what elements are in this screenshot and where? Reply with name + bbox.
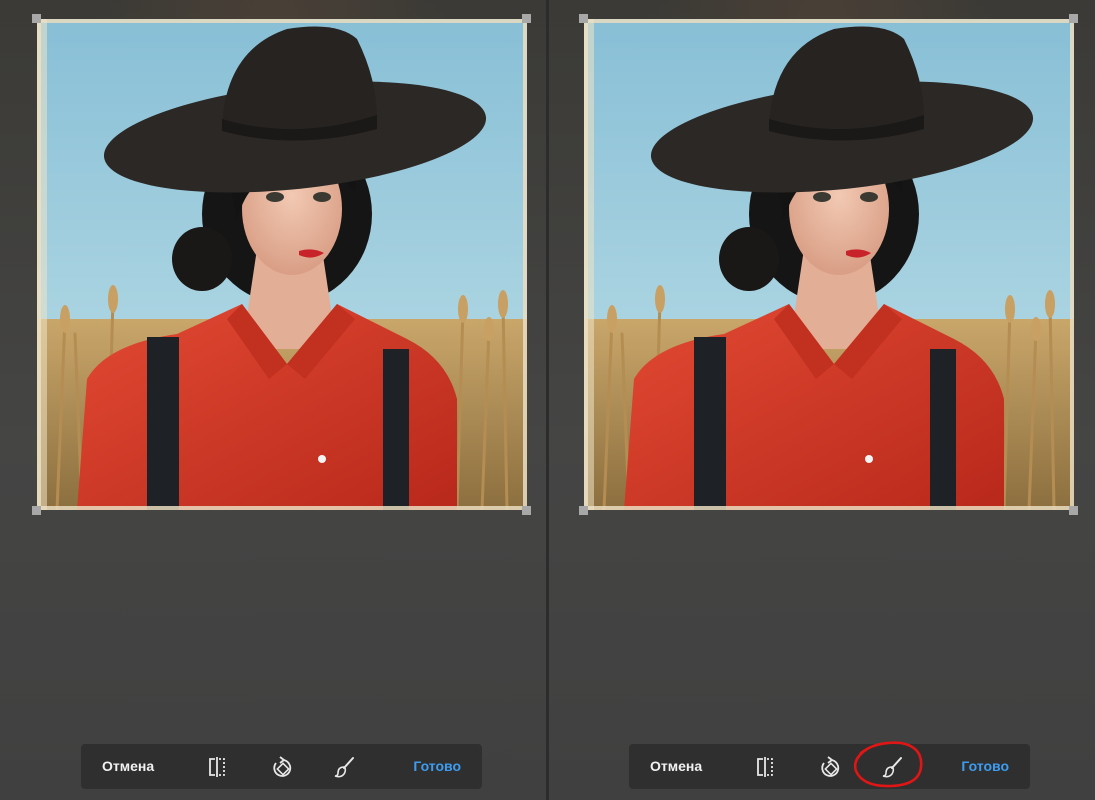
crop-handle-top-left[interactable] <box>32 14 41 23</box>
editor-panel-before: Отмена Готово <box>0 0 546 800</box>
crop-handle-top-left[interactable] <box>579 14 588 23</box>
cancel-button[interactable]: Отмена <box>650 744 702 789</box>
brush-icon[interactable] <box>880 754 906 780</box>
crop-handle-bottom-left[interactable] <box>579 506 588 515</box>
comparison-stage: Отмена Готово Отмена Готово <box>0 0 1095 800</box>
crop-handle-top-right[interactable] <box>522 14 531 23</box>
photo-canvas[interactable] <box>37 19 527 510</box>
cancel-button[interactable]: Отмена <box>102 744 154 789</box>
flip-icon[interactable] <box>204 754 230 780</box>
portrait-photo <box>37 19 527 510</box>
brush-icon[interactable] <box>332 754 358 780</box>
crop-handle-bottom-right[interactable] <box>522 506 531 515</box>
rotate-icon[interactable] <box>268 754 294 780</box>
rotate-icon[interactable] <box>816 754 842 780</box>
photo-canvas[interactable] <box>584 19 1074 510</box>
portrait-photo <box>584 19 1074 510</box>
flip-icon[interactable] <box>752 754 778 780</box>
done-button[interactable]: Готово <box>961 744 1009 789</box>
crop-handle-bottom-left[interactable] <box>32 506 41 515</box>
crop-handle-top-right[interactable] <box>1069 14 1078 23</box>
edit-toolbar: Отмена Готово <box>81 744 482 789</box>
editor-panel-after: Отмена Готово <box>549 0 1095 800</box>
done-button[interactable]: Готово <box>413 744 461 789</box>
crop-handle-bottom-right[interactable] <box>1069 506 1078 515</box>
edit-toolbar: Отмена Готово <box>629 741 1030 789</box>
